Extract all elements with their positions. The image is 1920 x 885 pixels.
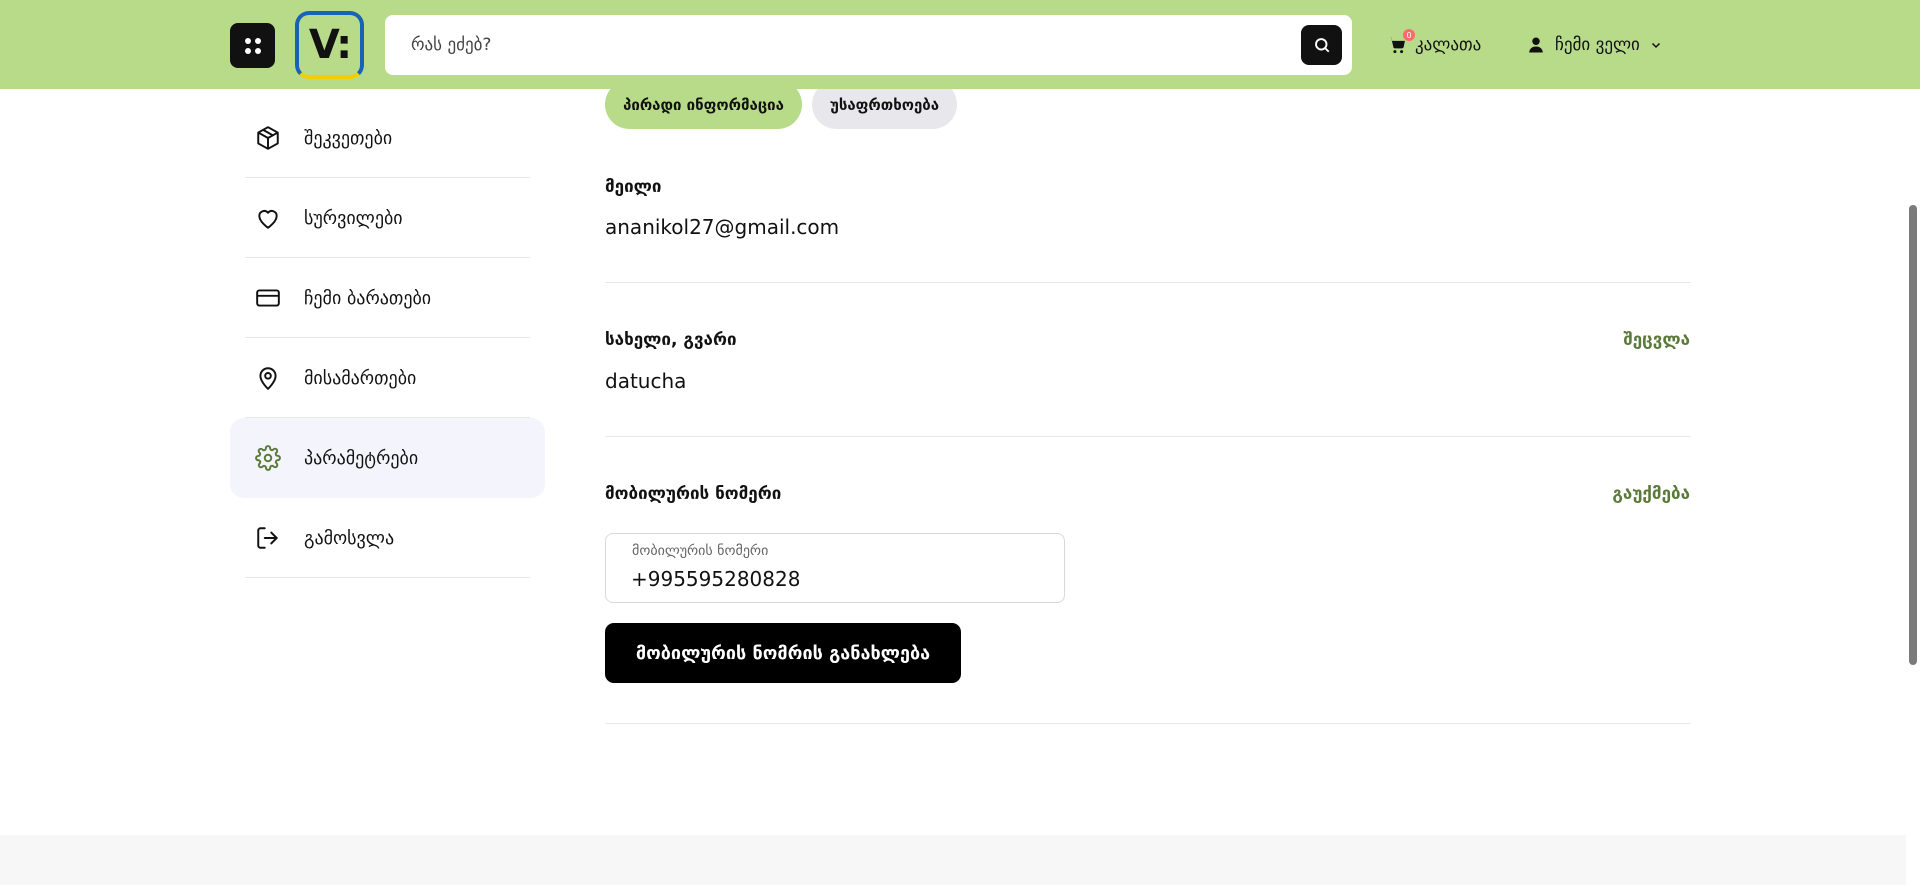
phone-label: მობილურის ნომერი [605,484,782,504]
search-icon [1314,38,1329,53]
cart-icon: 0 [1387,29,1415,55]
grid-icon [244,37,261,54]
divider [605,723,1691,724]
email-value: ananikol27@gmail.com [605,215,840,239]
search-button[interactable] [1301,25,1342,65]
package-icon [254,124,282,152]
sidebar-item-label: გამოსვლა [304,527,395,549]
site-logo[interactable]: V: [295,11,364,79]
phone-field-label: მობილურის ნომერი [632,543,769,559]
sidebar-item-wishlist[interactable]: სურვილები [230,178,545,258]
email-label: მეილი [605,177,662,197]
sidebar-item-label: შეკვეთები [304,127,393,149]
chevron-down-icon [1651,42,1660,49]
map-pin-icon [254,364,282,392]
phone-input[interactable] [631,564,1041,594]
sidebar-item-label: სურვილები [304,207,403,229]
sidebar-item-settings[interactable]: პარამეტრები [230,418,545,498]
gear-icon [254,444,282,472]
scrollbar-thumb[interactable] [1909,205,1917,665]
cart-link[interactable]: 0 კალათა [1387,29,1482,60]
edit-name-link[interactable]: შეცვლა [1560,330,1690,350]
update-phone-button[interactable]: მობილურის ნომრის განახლება [605,623,961,683]
account-sidebar: შეკვეთები სურვილები ჩემი ბარათები მისამა… [230,98,545,578]
sidebar-item-cards[interactable]: ჩემი ბარათები [230,258,545,338]
name-value: datucha [605,369,687,393]
divider [605,436,1691,437]
cart-label: კალათა [1415,35,1482,55]
name-label: სახელი, გვარი [605,330,737,350]
top-header: V: 0 კალათა ჩემი ველი [0,0,1920,89]
menu-button[interactable] [230,23,275,68]
sidebar-item-addresses[interactable]: მისამართები [230,338,545,418]
cart-count-badge: 0 [1403,29,1415,41]
sidebar-item-label: ჩემი ბარათები [304,287,432,309]
account-menu[interactable]: ჩემი ველი [1527,30,1662,60]
sidebar-item-logout[interactable]: გამოსვლა [230,498,545,578]
cancel-phone-link[interactable]: გაუქმება [1560,484,1690,504]
user-icon [1529,37,1543,53]
search-bar [385,15,1352,75]
divider [245,577,530,578]
heart-icon [254,204,282,232]
logout-icon [254,524,282,552]
logo-text: V: [308,22,352,68]
account-label: ჩემი ველი [1555,35,1640,55]
search-input[interactable] [385,15,1275,75]
footer-band [0,835,1920,885]
sidebar-item-orders[interactable]: შეკვეთები [230,98,545,178]
phone-field: მობილურის ნომერი [605,533,1065,603]
sidebar-item-label: მისამართები [304,367,417,389]
credit-card-icon [254,284,282,312]
sidebar-item-label: პარამეტრები [304,447,419,469]
divider [605,282,1691,283]
